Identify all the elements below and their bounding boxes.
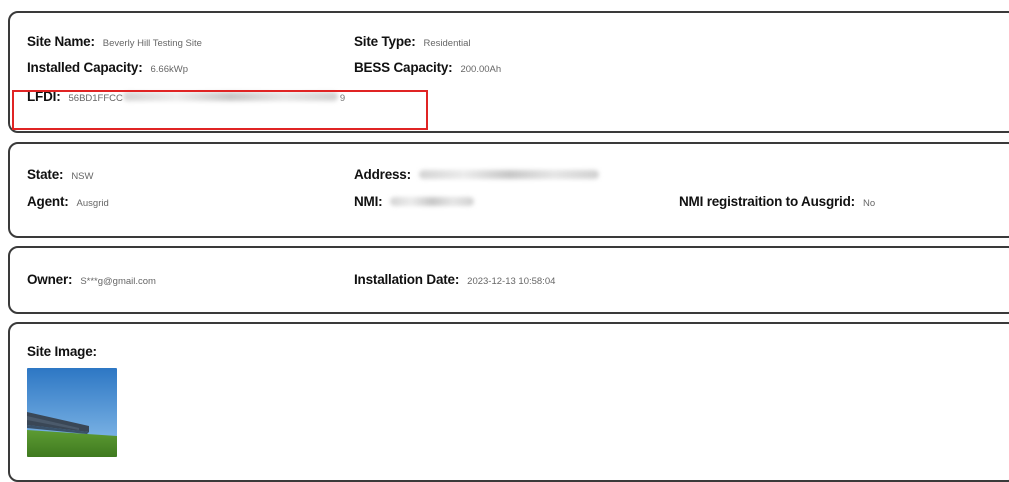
address-label: Address: — [354, 167, 411, 182]
lfdi-redacted-blur — [122, 92, 338, 101]
site-image-card: Site Image: — [8, 322, 1009, 482]
site-name-field: Site Name: Beverly Hill Testing Site — [27, 34, 202, 49]
site-image-label: Site Image: — [27, 344, 97, 359]
site-image-field: Site Image: — [27, 344, 105, 359]
site-name-label: Site Name: — [27, 34, 95, 49]
address-redacted-blur — [418, 170, 599, 179]
nmi-field: NMI: — [354, 194, 475, 209]
agent-value: Ausgrid — [76, 198, 109, 209]
agent-label: Agent: — [27, 194, 69, 209]
nmi-registration-value: No — [862, 198, 876, 209]
bess-capacity-label: BESS Capacity: — [354, 60, 453, 75]
site-details-card: Site Name: Beverly Hill Testing Site Sit… — [8, 11, 1009, 133]
bess-capacity-value: 200.00Ah — [460, 64, 502, 75]
installation-date-label: Installation Date: — [354, 272, 460, 287]
installation-date-field: Installation Date: 2023-12-13 10:58:04 — [354, 272, 555, 287]
owner-value: S***g@gmail.com — [80, 276, 156, 287]
lfdi-value: 56BD1FFCC — [68, 93, 123, 104]
address-field: Address: — [354, 167, 599, 182]
state-field: State: NSW — [27, 167, 93, 182]
installed-capacity-label: Installed Capacity: — [27, 60, 143, 75]
state-label: State: — [27, 167, 64, 182]
agent-field: Agent: Ausgrid — [27, 194, 109, 209]
nmi-registration-field: NMI registraition to Ausgrid: No — [679, 194, 875, 209]
state-value: NSW — [71, 171, 94, 182]
owner-field: Owner: S***g@gmail.com — [27, 272, 156, 287]
lfdi-field: LFDI: 56BD1FFCC 9 — [27, 89, 345, 104]
lfdi-value-tail: 9 — [339, 93, 346, 104]
site-type-value: Residential — [423, 38, 471, 49]
installation-date-value: 2023-12-13 10:58:04 — [467, 276, 556, 287]
bess-capacity-field: BESS Capacity: 200.00Ah — [354, 60, 501, 75]
installed-capacity-value: 6.66kWp — [150, 64, 189, 75]
site-type-field: Site Type: Residential — [354, 34, 471, 49]
nmi-redacted-blur — [390, 197, 475, 206]
lfdi-label: LFDI: — [27, 89, 61, 104]
ownership-card: Owner: S***g@gmail.com Installation Date… — [8, 246, 1009, 314]
site-type-label: Site Type: — [354, 34, 416, 49]
solar-panel-photo[interactable] — [27, 368, 117, 457]
installed-capacity-field: Installed Capacity: 6.66kWp — [27, 60, 188, 75]
nmi-label: NMI: — [354, 194, 383, 209]
location-details-card: State: NSW Address: Agent: Ausgrid NMI: … — [8, 142, 1009, 238]
owner-label: Owner: — [27, 272, 73, 287]
site-name-value: Beverly Hill Testing Site — [102, 38, 202, 49]
nmi-registration-label: NMI registraition to Ausgrid: — [679, 194, 855, 209]
